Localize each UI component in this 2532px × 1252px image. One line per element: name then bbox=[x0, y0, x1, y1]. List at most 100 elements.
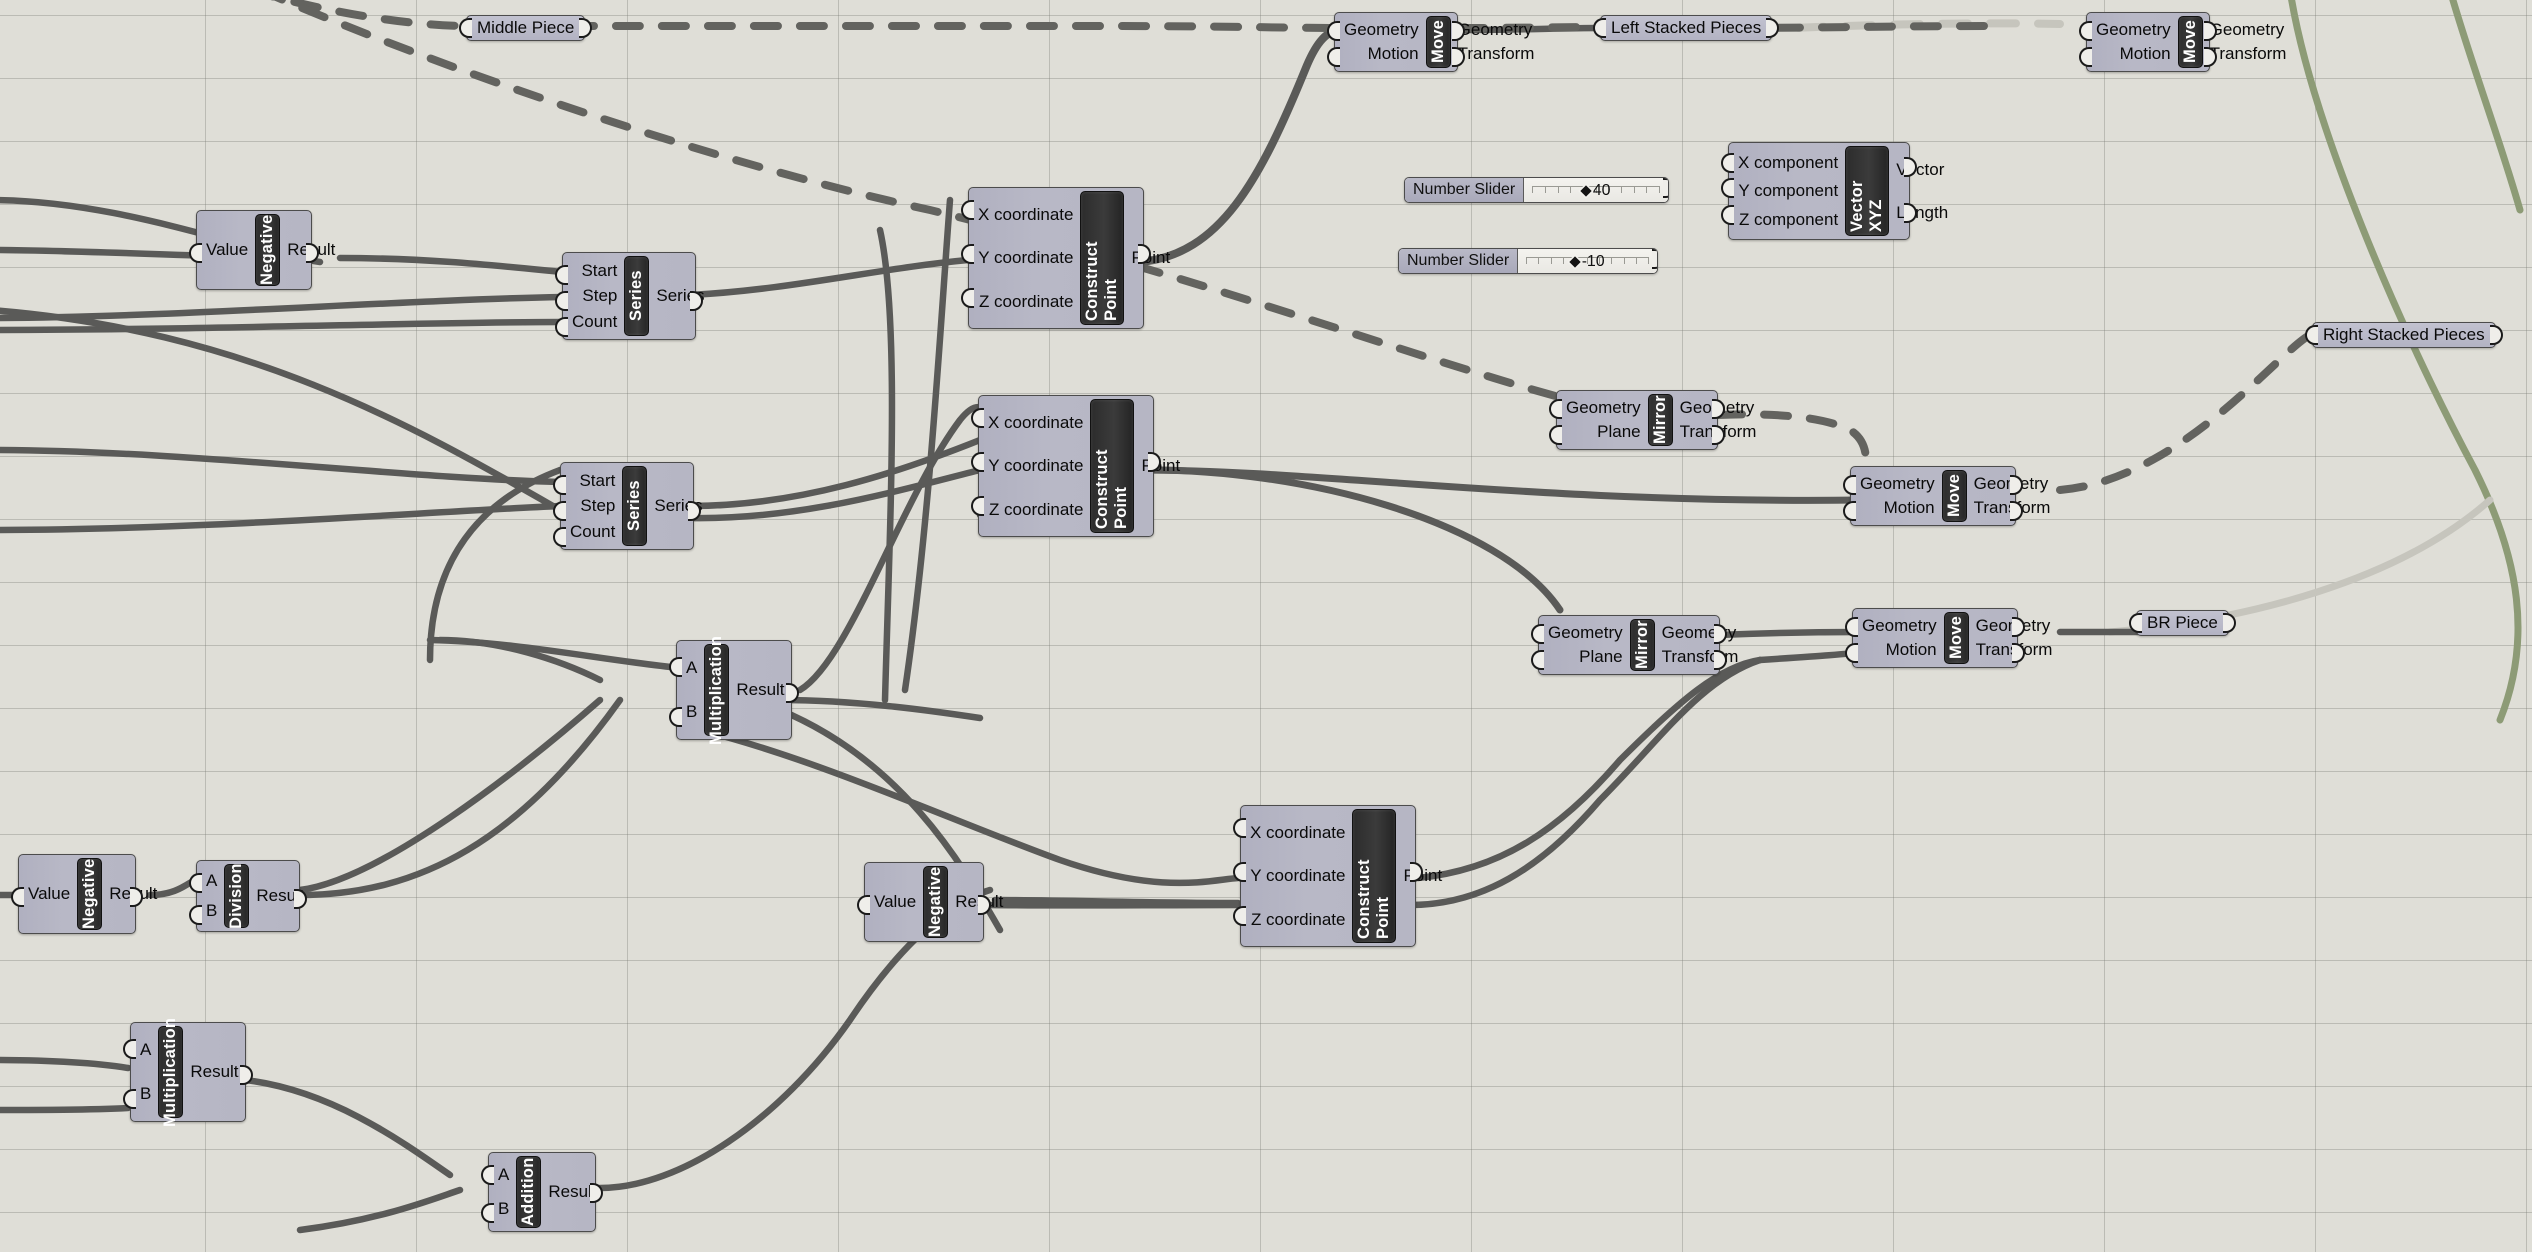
param-motion[interactable]: Motion bbox=[1886, 640, 1937, 660]
port-grip-plane-icon[interactable] bbox=[1549, 425, 1562, 445]
slider-track[interactable]: -10 bbox=[1518, 249, 1657, 273]
param-a[interactable]: A bbox=[686, 658, 697, 678]
port-grip-y-component-icon[interactable] bbox=[1721, 178, 1734, 198]
capsule-middle-piece[interactable]: Middle Piece bbox=[459, 15, 593, 41]
port-grip-y-icon[interactable] bbox=[971, 452, 984, 472]
port-grip-z-icon[interactable] bbox=[961, 288, 974, 308]
component-mirror-lower[interactable]: Geometry Plane Mirror Geometry Transform bbox=[1531, 615, 1738, 675]
param-geometry[interactable]: Geometry bbox=[1344, 20, 1419, 40]
port-grip-y-icon[interactable] bbox=[1233, 862, 1246, 882]
component-multiplication-middle[interactable]: A B Multiplication Result bbox=[669, 635, 799, 745]
component-move-top-left[interactable]: Geometry Motion Move Geometry Transform bbox=[1327, 12, 1534, 72]
param-geometry-out[interactable]: Geometry bbox=[2210, 20, 2285, 40]
port-grip-step-icon[interactable] bbox=[555, 291, 568, 311]
port-grip-motion-icon[interactable] bbox=[1327, 47, 1340, 67]
port-grip-out-icon[interactable] bbox=[2222, 613, 2236, 633]
param-x-component[interactable]: X component bbox=[1738, 153, 1838, 173]
port-grip-result-icon[interactable] bbox=[786, 683, 799, 703]
number-slider-40[interactable]: Number Slider 40 bbox=[1404, 177, 1669, 203]
param-y-coordinate[interactable]: Y coordinate bbox=[988, 456, 1083, 476]
param-start[interactable]: Start bbox=[579, 471, 615, 491]
port-grip-out-icon[interactable] bbox=[1663, 178, 1668, 198]
component-construct-point-upper[interactable]: X coordinate Y coordinate Z coordinate C… bbox=[961, 187, 1170, 329]
port-grip-z-component-icon[interactable] bbox=[1721, 205, 1734, 225]
component-negative-upper[interactable]: Value Negative Result bbox=[189, 210, 335, 290]
port-grip-b-icon[interactable] bbox=[123, 1089, 136, 1109]
port-grip-y-icon[interactable] bbox=[961, 244, 974, 264]
param-count[interactable]: Count bbox=[570, 522, 615, 542]
component-vector-xyz[interactable]: X component Y component Z component Vect… bbox=[1721, 142, 1948, 240]
port-grip-x-component-icon[interactable] bbox=[1721, 153, 1734, 173]
component-addition[interactable]: A B Addition Result bbox=[481, 1152, 603, 1232]
param-motion[interactable]: Motion bbox=[1884, 498, 1935, 518]
port-grip-out-icon[interactable] bbox=[1652, 249, 1657, 269]
component-construct-point-lower[interactable]: X coordinate Y coordinate Z coordinate C… bbox=[1233, 805, 1442, 947]
param-a[interactable]: A bbox=[206, 871, 217, 891]
param-result[interactable]: Result bbox=[736, 680, 784, 700]
port-grip-out-icon[interactable] bbox=[579, 18, 593, 38]
port-grip-a-icon[interactable] bbox=[481, 1165, 494, 1185]
component-move-lower[interactable]: Geometry Motion Move Geometry Transform bbox=[1845, 608, 2052, 668]
component-move-top-right[interactable]: Geometry Motion Move Geometry Transform bbox=[2079, 12, 2286, 72]
param-b[interactable]: B bbox=[686, 702, 697, 722]
param-x-coordinate[interactable]: X coordinate bbox=[988, 413, 1083, 433]
param-b[interactable]: B bbox=[140, 1084, 151, 1104]
port-grip-in-icon[interactable] bbox=[2305, 325, 2318, 345]
param-motion[interactable]: Motion bbox=[2120, 44, 2171, 64]
param-value[interactable]: Value bbox=[874, 892, 916, 912]
param-z-component[interactable]: Z component bbox=[1739, 210, 1838, 230]
port-grip-b-icon[interactable] bbox=[669, 707, 682, 727]
param-value[interactable]: Value bbox=[28, 884, 70, 904]
param-y-component[interactable]: Y component bbox=[1738, 181, 1838, 201]
number-slider-minus10[interactable]: Number Slider -10 bbox=[1398, 248, 1658, 274]
param-transform[interactable]: Transform bbox=[1458, 44, 1535, 64]
component-move-middle[interactable]: Geometry Motion Move Geometry Transform bbox=[1843, 466, 2050, 526]
param-z-coordinate[interactable]: Z coordinate bbox=[979, 292, 1074, 312]
capsule-right-stacked-pieces[interactable]: Right Stacked Pieces bbox=[2305, 322, 2503, 348]
param-geometry-out[interactable]: Geometry bbox=[1458, 20, 1533, 40]
param-a[interactable]: A bbox=[140, 1040, 151, 1060]
port-grip-out-icon[interactable] bbox=[1766, 18, 1780, 38]
port-grip-a-icon[interactable] bbox=[123, 1039, 136, 1059]
param-start[interactable]: Start bbox=[581, 261, 617, 281]
param-geometry[interactable]: Geometry bbox=[1862, 616, 1937, 636]
param-z-coordinate[interactable]: Z coordinate bbox=[1251, 910, 1346, 930]
capsule-left-stacked-pieces[interactable]: Left Stacked Pieces bbox=[1593, 15, 1780, 41]
port-grip-in-icon[interactable] bbox=[2129, 613, 2142, 633]
port-grip-geometry-icon[interactable] bbox=[1845, 617, 1858, 637]
port-grip-x-icon[interactable] bbox=[971, 408, 984, 428]
param-value[interactable]: Value bbox=[206, 240, 248, 260]
port-grip-b-icon[interactable] bbox=[481, 1203, 494, 1223]
param-a[interactable]: A bbox=[498, 1165, 509, 1185]
component-series-upper[interactable]: Start Step Count Series Series bbox=[555, 252, 705, 340]
port-grip-value-icon[interactable] bbox=[11, 887, 24, 907]
port-grip-start-icon[interactable] bbox=[553, 475, 566, 495]
param-step[interactable]: Step bbox=[580, 496, 615, 516]
param-x-coordinate[interactable]: X coordinate bbox=[978, 205, 1073, 225]
param-motion[interactable]: Motion bbox=[1368, 44, 1419, 64]
param-plane[interactable]: Plane bbox=[1579, 647, 1622, 667]
port-grip-in-icon[interactable] bbox=[1593, 18, 1606, 38]
port-grip-out-icon[interactable] bbox=[2489, 325, 2503, 345]
param-transform[interactable]: Transform bbox=[1662, 647, 1739, 667]
port-grip-z-icon[interactable] bbox=[1233, 906, 1246, 926]
port-grip-count-icon[interactable] bbox=[553, 527, 566, 547]
component-series-middle[interactable]: Start Step Count Series Series bbox=[553, 462, 703, 550]
component-negative-lower[interactable]: Value Negative Result bbox=[857, 862, 1003, 942]
component-construct-point-middle[interactable]: X coordinate Y coordinate Z coordinate C… bbox=[971, 395, 1180, 537]
param-z-coordinate[interactable]: Z coordinate bbox=[989, 500, 1084, 520]
port-grip-count-icon[interactable] bbox=[555, 317, 568, 337]
port-grip-x-icon[interactable] bbox=[1233, 818, 1246, 838]
port-grip-in-icon[interactable] bbox=[459, 18, 472, 38]
param-b[interactable]: B bbox=[498, 1199, 509, 1219]
slider-handle-icon[interactable] bbox=[1568, 255, 1581, 268]
port-grip-value-icon[interactable] bbox=[189, 243, 202, 263]
param-geometry[interactable]: Geometry bbox=[1860, 474, 1935, 494]
port-grip-geometry-icon[interactable] bbox=[1549, 399, 1562, 419]
param-result[interactable]: Result bbox=[190, 1062, 238, 1082]
param-count[interactable]: Count bbox=[572, 312, 617, 332]
param-geometry[interactable]: Geometry bbox=[1566, 398, 1641, 418]
port-grip-motion-icon[interactable] bbox=[1843, 501, 1856, 521]
port-grip-b-icon[interactable] bbox=[189, 905, 202, 925]
port-grip-geometry-icon[interactable] bbox=[1843, 475, 1856, 495]
